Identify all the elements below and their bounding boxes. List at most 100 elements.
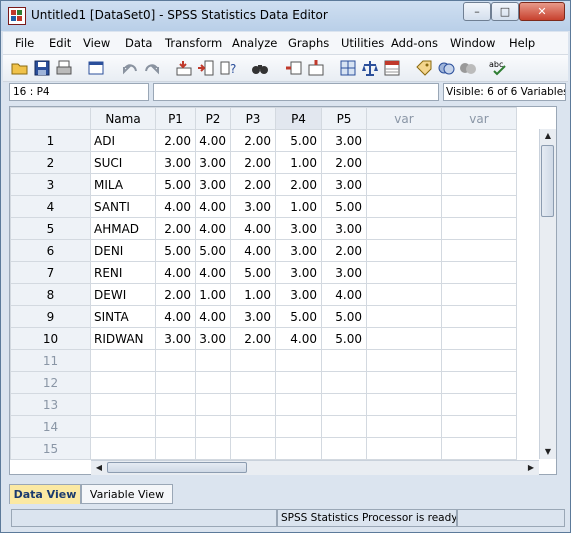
goto-case-icon[interactable] [175,59,193,77]
vertical-scrollbar[interactable]: ▲ ▼ [539,129,556,459]
empty-cell[interactable] [366,129,442,152]
corner-cell[interactable] [10,107,91,130]
data-cell[interactable]: 2.00 [275,173,322,196]
empty-cell[interactable] [90,371,156,394]
minimize-button[interactable]: – [463,2,491,21]
data-cell[interactable]: 5.00 [195,239,231,262]
empty-cell[interactable] [441,151,517,174]
empty-cell[interactable] [366,217,442,240]
data-cell[interactable]: 4.00 [275,327,322,350]
empty-cell[interactable] [155,393,196,416]
data-cell[interactable]: RIDWAN [90,327,156,350]
data-cell[interactable]: 3.00 [321,261,367,284]
data-cell[interactable]: 5.00 [155,239,196,262]
row-header[interactable]: 14 [10,415,91,438]
cell-name-box[interactable]: 16 : P4 [9,83,149,101]
empty-cell[interactable] [441,283,517,306]
column-header-var[interactable]: var [366,107,442,130]
row-header[interactable]: 13 [10,393,91,416]
empty-cell[interactable] [321,349,367,372]
data-cell[interactable]: 3.00 [321,173,367,196]
weight-cases-icon[interactable] [361,59,379,77]
menu-window[interactable]: Window [450,36,495,50]
scroll-right-icon[interactable]: ▶ [523,461,539,475]
title-bar[interactable]: Untitled1 [DataSet0] - SPSS Statistics D… [1,1,570,31]
menu-add-ons[interactable]: Add-ons [391,36,438,50]
empty-cell[interactable] [441,195,517,218]
data-cell[interactable]: 3.00 [195,327,231,350]
empty-cell[interactable] [441,305,517,328]
data-cell[interactable]: 3.00 [230,305,276,328]
row-header[interactable]: 5 [10,217,91,240]
dialog-recall-icon[interactable] [87,59,105,77]
data-cell[interactable]: DENI [90,239,156,262]
print-icon[interactable] [55,59,73,77]
data-cell[interactable]: 4.00 [195,129,231,152]
data-cell[interactable]: 3.00 [195,173,231,196]
data-cell[interactable]: ADI [90,129,156,152]
column-header-p4[interactable]: P4 [275,107,322,130]
insert-variable-icon[interactable] [307,59,325,77]
data-cell[interactable]: 4.00 [155,261,196,284]
empty-cell[interactable] [195,393,231,416]
data-cell[interactable]: 5.00 [275,305,322,328]
empty-cell[interactable] [155,415,196,438]
menu-data[interactable]: Data [125,36,152,50]
column-header-p2[interactable]: P2 [195,107,231,130]
data-cell[interactable]: 3.00 [155,151,196,174]
data-cell[interactable]: 5.00 [275,129,322,152]
data-cell[interactable]: SINTA [90,305,156,328]
find-icon[interactable] [251,59,269,77]
use-sets-icon[interactable] [437,59,455,77]
variables-info-icon[interactable]: ? [219,59,237,77]
data-cell[interactable]: 2.00 [230,151,276,174]
empty-cell[interactable] [230,437,276,460]
empty-cell[interactable] [441,349,517,372]
menu-view[interactable]: View [83,36,110,50]
data-cell[interactable]: 2.00 [321,239,367,262]
empty-cell[interactable] [366,239,442,262]
row-header[interactable]: 7 [10,261,91,284]
spss-app-icon[interactable] [8,7,26,25]
data-cell[interactable]: 3.00 [195,151,231,174]
data-cell[interactable]: 5.00 [321,305,367,328]
menu-graphs[interactable]: Graphs [288,36,329,50]
scroll-down-icon[interactable]: ▼ [540,445,556,459]
data-cell[interactable]: 2.00 [155,129,196,152]
empty-cell[interactable] [230,371,276,394]
scroll-up-icon[interactable]: ▲ [540,129,556,143]
empty-cell[interactable] [275,415,322,438]
menu-help[interactable]: Help [509,36,535,50]
data-cell[interactable]: AHMAD [90,217,156,240]
row-header[interactable]: 1 [10,129,91,152]
empty-cell[interactable] [441,129,517,152]
empty-cell[interactable] [366,283,442,306]
menu-utilities[interactable]: Utilities [341,36,384,50]
maximize-button[interactable]: □ [491,2,519,21]
empty-cell[interactable] [366,261,442,284]
data-cell[interactable]: 4.00 [195,217,231,240]
empty-cell[interactable] [321,393,367,416]
empty-cell[interactable] [441,173,517,196]
empty-cell[interactable] [321,437,367,460]
data-cell[interactable]: 4.00 [230,217,276,240]
data-cell[interactable]: 4.00 [230,239,276,262]
show-all-variables-icon[interactable] [459,59,477,77]
data-cell[interactable]: 4.00 [195,195,231,218]
data-cell[interactable]: 2.00 [155,217,196,240]
column-header-p1[interactable]: P1 [155,107,196,130]
select-cases-icon[interactable] [383,59,401,77]
row-header[interactable]: 6 [10,239,91,262]
empty-cell[interactable] [441,261,517,284]
data-cell[interactable]: 3.00 [321,217,367,240]
empty-cell[interactable] [441,217,517,240]
empty-cell[interactable] [275,393,322,416]
data-cell[interactable]: 3.00 [230,195,276,218]
row-header[interactable]: 15 [10,437,91,460]
undo-icon[interactable] [121,59,139,77]
empty-cell[interactable] [441,239,517,262]
split-file-icon[interactable] [339,59,357,77]
scroll-left-icon[interactable]: ◀ [91,461,107,475]
data-cell[interactable]: 2.00 [230,173,276,196]
empty-cell[interactable] [155,349,196,372]
